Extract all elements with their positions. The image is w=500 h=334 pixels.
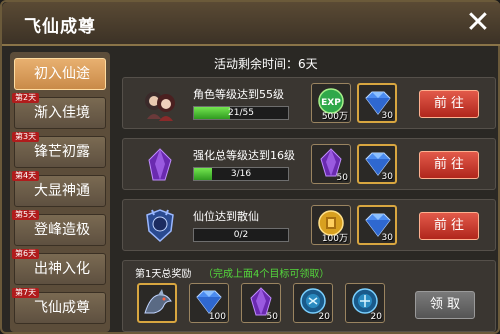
reward-count: 30 (381, 172, 393, 182)
progress-bar: 0/2 (193, 228, 289, 242)
sidebar-item-label: 锋芒初露 (34, 144, 90, 160)
total-reward-title: 第1天总奖励 (135, 269, 192, 280)
task-row: 角色等级达到55级 21/55 EXP 500万 30 前 往 (122, 77, 496, 129)
close-icon[interactable]: ✕ (462, 8, 494, 40)
reward-slot[interactable]: 20 (293, 283, 333, 323)
reward-slot[interactable]: 50 (241, 283, 281, 323)
reward-count: 20 (370, 312, 382, 322)
purple-crystal-icon (148, 148, 172, 181)
task-row: 强化总等级达到16级 3/16 50 30 前 往 (122, 138, 496, 190)
sidebar-item-day-2[interactable]: 第2天 渐入佳境 (12, 93, 106, 129)
sidebar-item-label: 登峰造极 (34, 222, 90, 238)
sidebar-item-day-5[interactable]: 第5天 登峰造极 (12, 210, 106, 246)
reward-count: 50 (266, 312, 278, 322)
progress-bar: 21/55 (193, 106, 289, 120)
mount-creature-icon (144, 289, 172, 314)
sidebar-item-label: 大显神通 (34, 183, 90, 199)
sidebar-item-label: 出神入化 (34, 261, 90, 277)
day-sidebar: 初入仙途 第2天 渐入佳境 第3天 锋芒初露 第4天 大显神通 第5天 登峰造极… (10, 52, 110, 332)
svg-text:EXP: EXP (321, 98, 341, 108)
day-badge: 第3天 (12, 132, 40, 142)
reward-count: 30 (381, 233, 393, 243)
task-row: 仙位达到散仙 0/2 100万 30 前 往 (122, 199, 496, 251)
day-badge: 第5天 (12, 210, 40, 220)
reward-slot[interactable]: 50 (311, 144, 351, 184)
sidebar-item-day-3[interactable]: 第3天 锋芒初露 (12, 132, 106, 168)
immortal-rank-badge-icon (146, 209, 174, 243)
task-description: 角色等级达到55级 (193, 88, 284, 101)
task-description: 强化总等级达到16级 (193, 149, 295, 162)
sidebar-item-day-1[interactable]: 初入仙途 (14, 58, 106, 90)
sidebar-item-day-4[interactable]: 第4天 大显神通 (12, 171, 106, 207)
reward-count: 500万 (321, 112, 348, 122)
reward-slot[interactable]: 100万 (311, 205, 351, 245)
sidebar-item-label: 渐入佳境 (34, 105, 90, 121)
reward-count: 100万 (321, 234, 348, 244)
window-title: 飞仙成尊 (24, 17, 96, 37)
progress-text: 3/16 (230, 169, 252, 179)
reward-slot[interactable]: 100 (189, 283, 229, 323)
day-badge: 第6天 (12, 249, 40, 259)
reward-count: 20 (318, 312, 330, 322)
reward-slot[interactable]: 30 (357, 144, 397, 184)
reward-count: 100 (208, 312, 226, 322)
reward-slot[interactable]: EXP 500万 (311, 83, 351, 123)
characters-portrait-icon (145, 92, 175, 121)
sidebar-item-day-6[interactable]: 第6天 出神入化 (12, 249, 106, 285)
event-window: 飞仙成尊 ✕ 初入仙途 第2天 渐入佳境 第3天 锋芒初露 第4天 大显神通 第… (0, 0, 500, 334)
progress-text: 0/2 (233, 230, 249, 240)
day-badge: 第4天 (12, 171, 40, 181)
progress-bar: 3/16 (193, 167, 289, 181)
reward-slot[interactable]: 30 (357, 83, 397, 123)
reward-count: 50 (336, 173, 348, 183)
task-description: 仙位达到散仙 (193, 210, 259, 223)
total-reward-panel: 第1天总奖励 （完成上面4个目标可领取） 100 50 20 20 领 取 (122, 260, 496, 332)
go-button[interactable]: 前 往 (419, 151, 479, 179)
reward-slot[interactable]: 30 (357, 205, 397, 245)
claim-button[interactable]: 领 取 (415, 291, 475, 319)
reward-slot[interactable] (137, 283, 177, 323)
remaining-time: 活动剩余时间：6天 (214, 57, 318, 71)
sidebar-item-day-7[interactable]: 第7天 飞仙成尊 (12, 288, 106, 324)
reward-count: 30 (381, 111, 393, 121)
sidebar-item-label: 飞仙成尊 (34, 300, 90, 316)
sidebar-item-label: 初入仙途 (34, 66, 90, 82)
progress-text: 21/55 (228, 108, 254, 118)
reward-slot[interactable]: 20 (345, 283, 385, 323)
title-bar: 飞仙成尊 ✕ (2, 2, 500, 46)
go-button[interactable]: 前 往 (419, 90, 479, 118)
day-badge: 第7天 (12, 288, 40, 298)
day-badge: 第2天 (12, 93, 40, 103)
go-button[interactable]: 前 往 (419, 212, 479, 240)
total-reward-note: （完成上面4个目标可领取） (203, 269, 330, 280)
